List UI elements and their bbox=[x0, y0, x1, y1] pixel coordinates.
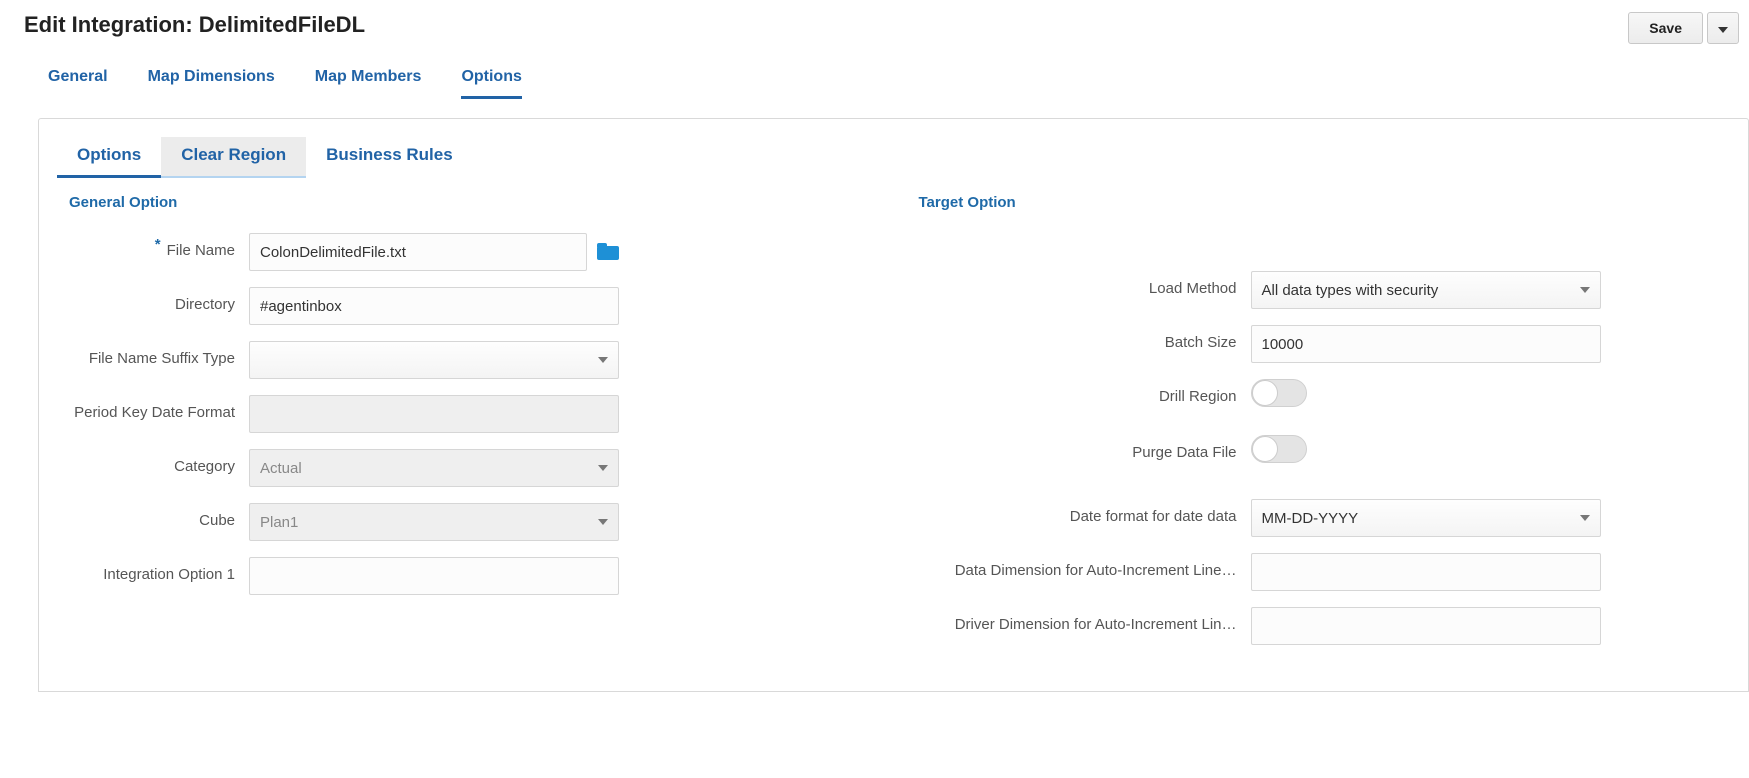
drill-region-toggle[interactable] bbox=[1251, 379, 1307, 407]
file-name-input[interactable] bbox=[249, 233, 587, 271]
directory-label: Directory bbox=[59, 287, 249, 315]
file-name-label: File Name bbox=[59, 233, 249, 261]
target-option-heading: Target Option bbox=[919, 194, 1729, 211]
category-select: Actual bbox=[249, 449, 619, 487]
category-label: Category bbox=[59, 449, 249, 477]
data-dim-auto-label: Data Dimension for Auto-Increment Line… bbox=[909, 553, 1251, 581]
batch-size-label: Batch Size bbox=[909, 325, 1251, 353]
integration-option-1-label: Integration Option 1 bbox=[59, 557, 249, 585]
date-format-select[interactable]: MM-DD-YYYY bbox=[1251, 499, 1601, 537]
folder-icon[interactable] bbox=[597, 244, 619, 260]
general-option-heading: General Option bbox=[69, 194, 879, 211]
date-format-value: MM-DD-YYYY bbox=[1262, 510, 1359, 527]
tab-map-members[interactable]: Map Members bbox=[315, 68, 422, 99]
cube-select: Plan1 bbox=[249, 503, 619, 541]
batch-size-input[interactable] bbox=[1251, 325, 1601, 363]
subtab-clear-region[interactable]: Clear Region bbox=[161, 137, 306, 178]
data-dim-auto-input[interactable] bbox=[1251, 553, 1601, 591]
directory-input[interactable] bbox=[249, 287, 619, 325]
toggle-knob bbox=[1252, 436, 1278, 462]
subtab-business-rules[interactable]: Business Rules bbox=[306, 137, 473, 178]
sub-tabs: Options Clear Region Business Rules bbox=[39, 119, 1748, 178]
cube-value: Plan1 bbox=[260, 514, 298, 531]
options-panel: Options Clear Region Business Rules Gene… bbox=[38, 118, 1749, 692]
save-button-group: Save bbox=[1628, 12, 1739, 44]
tab-map-dimensions[interactable]: Map Dimensions bbox=[148, 68, 275, 99]
chevron-down-icon bbox=[598, 519, 608, 525]
subtab-options[interactable]: Options bbox=[57, 137, 161, 178]
load-method-label: Load Method bbox=[909, 271, 1251, 299]
period-key-date-label: Period Key Date Format bbox=[59, 395, 249, 423]
drill-region-label: Drill Region bbox=[909, 379, 1251, 407]
driver-dim-auto-input[interactable] bbox=[1251, 607, 1601, 645]
tab-options[interactable]: Options bbox=[461, 68, 521, 99]
period-key-date-input bbox=[249, 395, 619, 433]
driver-dim-auto-label: Driver Dimension for Auto-Increment Lin… bbox=[909, 607, 1251, 635]
chevron-down-icon bbox=[598, 357, 608, 363]
file-name-suffix-select[interactable] bbox=[249, 341, 619, 379]
category-value: Actual bbox=[260, 460, 302, 477]
load-method-value: All data types with security bbox=[1262, 282, 1439, 299]
save-button[interactable]: Save bbox=[1628, 12, 1703, 44]
load-method-select[interactable]: All data types with security bbox=[1251, 271, 1601, 309]
purge-data-file-toggle[interactable] bbox=[1251, 435, 1307, 463]
file-name-suffix-label: File Name Suffix Type bbox=[59, 341, 249, 369]
save-menu-button[interactable] bbox=[1707, 12, 1739, 44]
tab-general[interactable]: General bbox=[48, 68, 108, 99]
main-tabs: General Map Dimensions Map Members Optio… bbox=[0, 44, 1749, 100]
date-format-label: Date format for date data bbox=[909, 499, 1251, 527]
chevron-down-icon bbox=[598, 465, 608, 471]
integration-option-1-input[interactable] bbox=[249, 557, 619, 595]
cube-label: Cube bbox=[59, 503, 249, 531]
purge-data-file-label: Purge Data File bbox=[909, 435, 1251, 463]
chevron-down-icon bbox=[1580, 287, 1590, 293]
chevron-down-icon bbox=[1580, 515, 1590, 521]
toggle-knob bbox=[1252, 380, 1278, 406]
chevron-down-icon bbox=[1718, 27, 1728, 33]
page-title: Edit Integration: DelimitedFileDL bbox=[24, 12, 365, 38]
